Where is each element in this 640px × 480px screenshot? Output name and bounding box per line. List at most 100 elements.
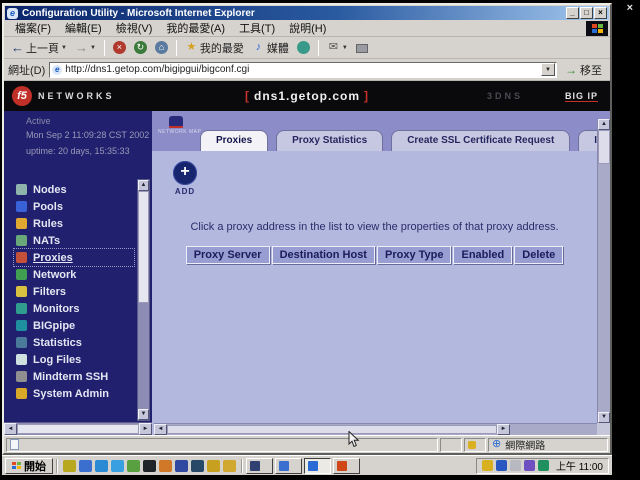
- scroll-up-icon[interactable]: ▲: [138, 180, 149, 191]
- quick-launch-icon[interactable]: [63, 460, 76, 472]
- table-header-cell[interactable]: Proxy Type: [377, 246, 452, 264]
- sidebar-item[interactable]: Statistics: [14, 334, 134, 351]
- forward-dropdown-icon[interactable]: ▼: [90, 45, 96, 51]
- sidebar-item[interactable]: Mindterm SSH: [14, 368, 134, 385]
- scroll-right-icon[interactable]: ►: [139, 423, 152, 435]
- sidebar-item-label: Network: [33, 269, 76, 281]
- toolbar-separator: [176, 40, 177, 56]
- network-map-button[interactable]: NETWORK MAP: [158, 116, 194, 135]
- quick-launch-icon[interactable]: [223, 460, 236, 472]
- sidebar-horizontal-scrollbar[interactable]: ◄ ►: [4, 422, 152, 435]
- print-button[interactable]: [353, 41, 371, 54]
- quick-launch-icon[interactable]: [143, 460, 156, 472]
- tray-icon[interactable]: [482, 460, 493, 471]
- toolbar-separator: [318, 40, 319, 56]
- task-button-icon: [337, 461, 347, 471]
- table-header-cell[interactable]: Destination Host: [272, 246, 375, 264]
- tray-icon[interactable]: [496, 460, 507, 471]
- content-horizontal-scrollbar[interactable]: ◄ ►: [154, 423, 597, 435]
- address-input[interactable]: e http://dns1.getop.com/bigipgui/bigconf…: [49, 62, 557, 78]
- menu-item[interactable]: 說明(H): [282, 19, 333, 37]
- status-bar: ⊕ 網際網路: [4, 435, 610, 453]
- table-header-cell[interactable]: Proxy Server: [186, 246, 270, 264]
- menu-item[interactable]: 編輯(E): [58, 19, 109, 37]
- address-dropdown-icon[interactable]: ▼: [541, 63, 555, 76]
- tab[interactable]: Create SSL Certificate Request: [391, 130, 570, 151]
- menu-item[interactable]: 我的最愛(A): [159, 19, 232, 37]
- start-button[interactable]: 開始: [5, 458, 53, 474]
- back-button[interactable]: ← 上一頁 ▼: [8, 39, 70, 57]
- sidebar-item[interactable]: Nodes: [14, 181, 134, 198]
- scroll-down-icon[interactable]: ▼: [138, 409, 149, 420]
- go-button[interactable]: → 移至: [561, 62, 606, 78]
- quick-launch-icon[interactable]: [207, 460, 220, 472]
- sidebar-item[interactable]: BIGpipe: [14, 317, 134, 334]
- quick-launch-icon[interactable]: [159, 460, 172, 472]
- quick-launch-icon[interactable]: [111, 460, 124, 472]
- maximize-button[interactable]: □: [580, 7, 593, 19]
- sidebar-item[interactable]: NATs: [14, 232, 134, 249]
- tab[interactable]: Proxy Statistics: [276, 130, 383, 151]
- mail-button[interactable]: ✉ ▼: [324, 40, 351, 55]
- tab-strip: NETWORK MAP Proxies Proxy Statistics Creat…: [152, 111, 610, 151]
- scroll-left-icon[interactable]: ◄: [154, 424, 167, 435]
- tray-icon[interactable]: [538, 460, 549, 471]
- scroll-down-icon[interactable]: ▼: [598, 412, 610, 423]
- mouse-cursor: [348, 431, 360, 449]
- favorites-icon: ★: [185, 41, 198, 54]
- menu-item[interactable]: 工具(T): [232, 19, 282, 37]
- table-header-cell[interactable]: Enabled: [453, 246, 512, 264]
- scrollbar-thumb[interactable]: [138, 191, 149, 303]
- taskbar-divider: [56, 459, 58, 473]
- menu-item[interactable]: 檔案(F): [8, 19, 58, 37]
- quick-launch-icon[interactable]: [127, 460, 140, 472]
- sidebar-item[interactable]: Pools: [14, 198, 134, 215]
- content-vertical-scrollbar[interactable]: ▲ ▼: [597, 119, 610, 423]
- menu-item[interactable]: 檢視(V): [109, 19, 160, 37]
- add-button[interactable]: + ADD: [168, 161, 202, 196]
- minimize-button[interactable]: _: [566, 7, 579, 19]
- quick-launch-icon[interactable]: [95, 460, 108, 472]
- task-button[interactable]: [275, 458, 302, 474]
- quick-launch-icon[interactable]: [175, 460, 188, 472]
- table-header-cell[interactable]: Delete: [514, 246, 563, 264]
- task-button[interactable]: [304, 458, 331, 474]
- favorites-button[interactable]: ★ 我的最愛: [182, 39, 247, 57]
- stop-button[interactable]: ×: [110, 40, 129, 55]
- sidebar-item[interactable]: Log Files: [14, 351, 134, 368]
- sidebar-item-label: BIGpipe: [33, 320, 75, 332]
- close-button[interactable]: ×: [594, 7, 607, 19]
- forward-button[interactable]: → ▼: [72, 40, 99, 55]
- scroll-up-icon[interactable]: ▲: [598, 119, 610, 130]
- windows-flag-icon: [12, 462, 21, 469]
- task-button[interactable]: [246, 458, 273, 474]
- media-button[interactable]: ♪ 媒體: [249, 39, 292, 57]
- scroll-right-icon[interactable]: ►: [497, 424, 510, 435]
- sidebar-nav: Nodes Pools Rules: [14, 181, 134, 402]
- task-button[interactable]: [333, 458, 360, 474]
- sidebar-vertical-scrollbar[interactable]: ▲ ▼: [137, 179, 150, 421]
- status-zone-pane: ⊕ 網際網路: [488, 438, 608, 452]
- quick-launch: [61, 460, 238, 472]
- history-button[interactable]: [294, 40, 313, 55]
- quick-launch-icon[interactable]: [79, 460, 92, 472]
- tray-icon[interactable]: [524, 460, 535, 471]
- sidebar-item[interactable]: Rules: [14, 215, 134, 232]
- sidebar-item[interactable]: System Admin: [14, 385, 134, 402]
- scrollbar-thumb[interactable]: [17, 424, 139, 434]
- scrollbar-thumb[interactable]: [598, 130, 610, 164]
- sidebar-item[interactable]: Monitors: [14, 300, 134, 317]
- mail-dropdown-icon[interactable]: ▼: [342, 45, 348, 51]
- refresh-button[interactable]: ↻: [131, 40, 150, 55]
- sidebar-item[interactable]: Network: [14, 266, 134, 283]
- ie-window-icon: e: [7, 8, 18, 19]
- back-dropdown-icon[interactable]: ▼: [61, 45, 67, 51]
- sidebar-item[interactable]: Proxies: [14, 249, 134, 266]
- scrollbar-thumb[interactable]: [167, 425, 497, 434]
- quick-launch-icon[interactable]: [191, 460, 204, 472]
- tab[interactable]: Proxies: [200, 130, 268, 151]
- home-button[interactable]: ⌂: [152, 40, 171, 55]
- sidebar-item[interactable]: Filters: [14, 283, 134, 300]
- scroll-left-icon[interactable]: ◄: [4, 423, 17, 435]
- tray-icon[interactable]: [510, 460, 521, 471]
